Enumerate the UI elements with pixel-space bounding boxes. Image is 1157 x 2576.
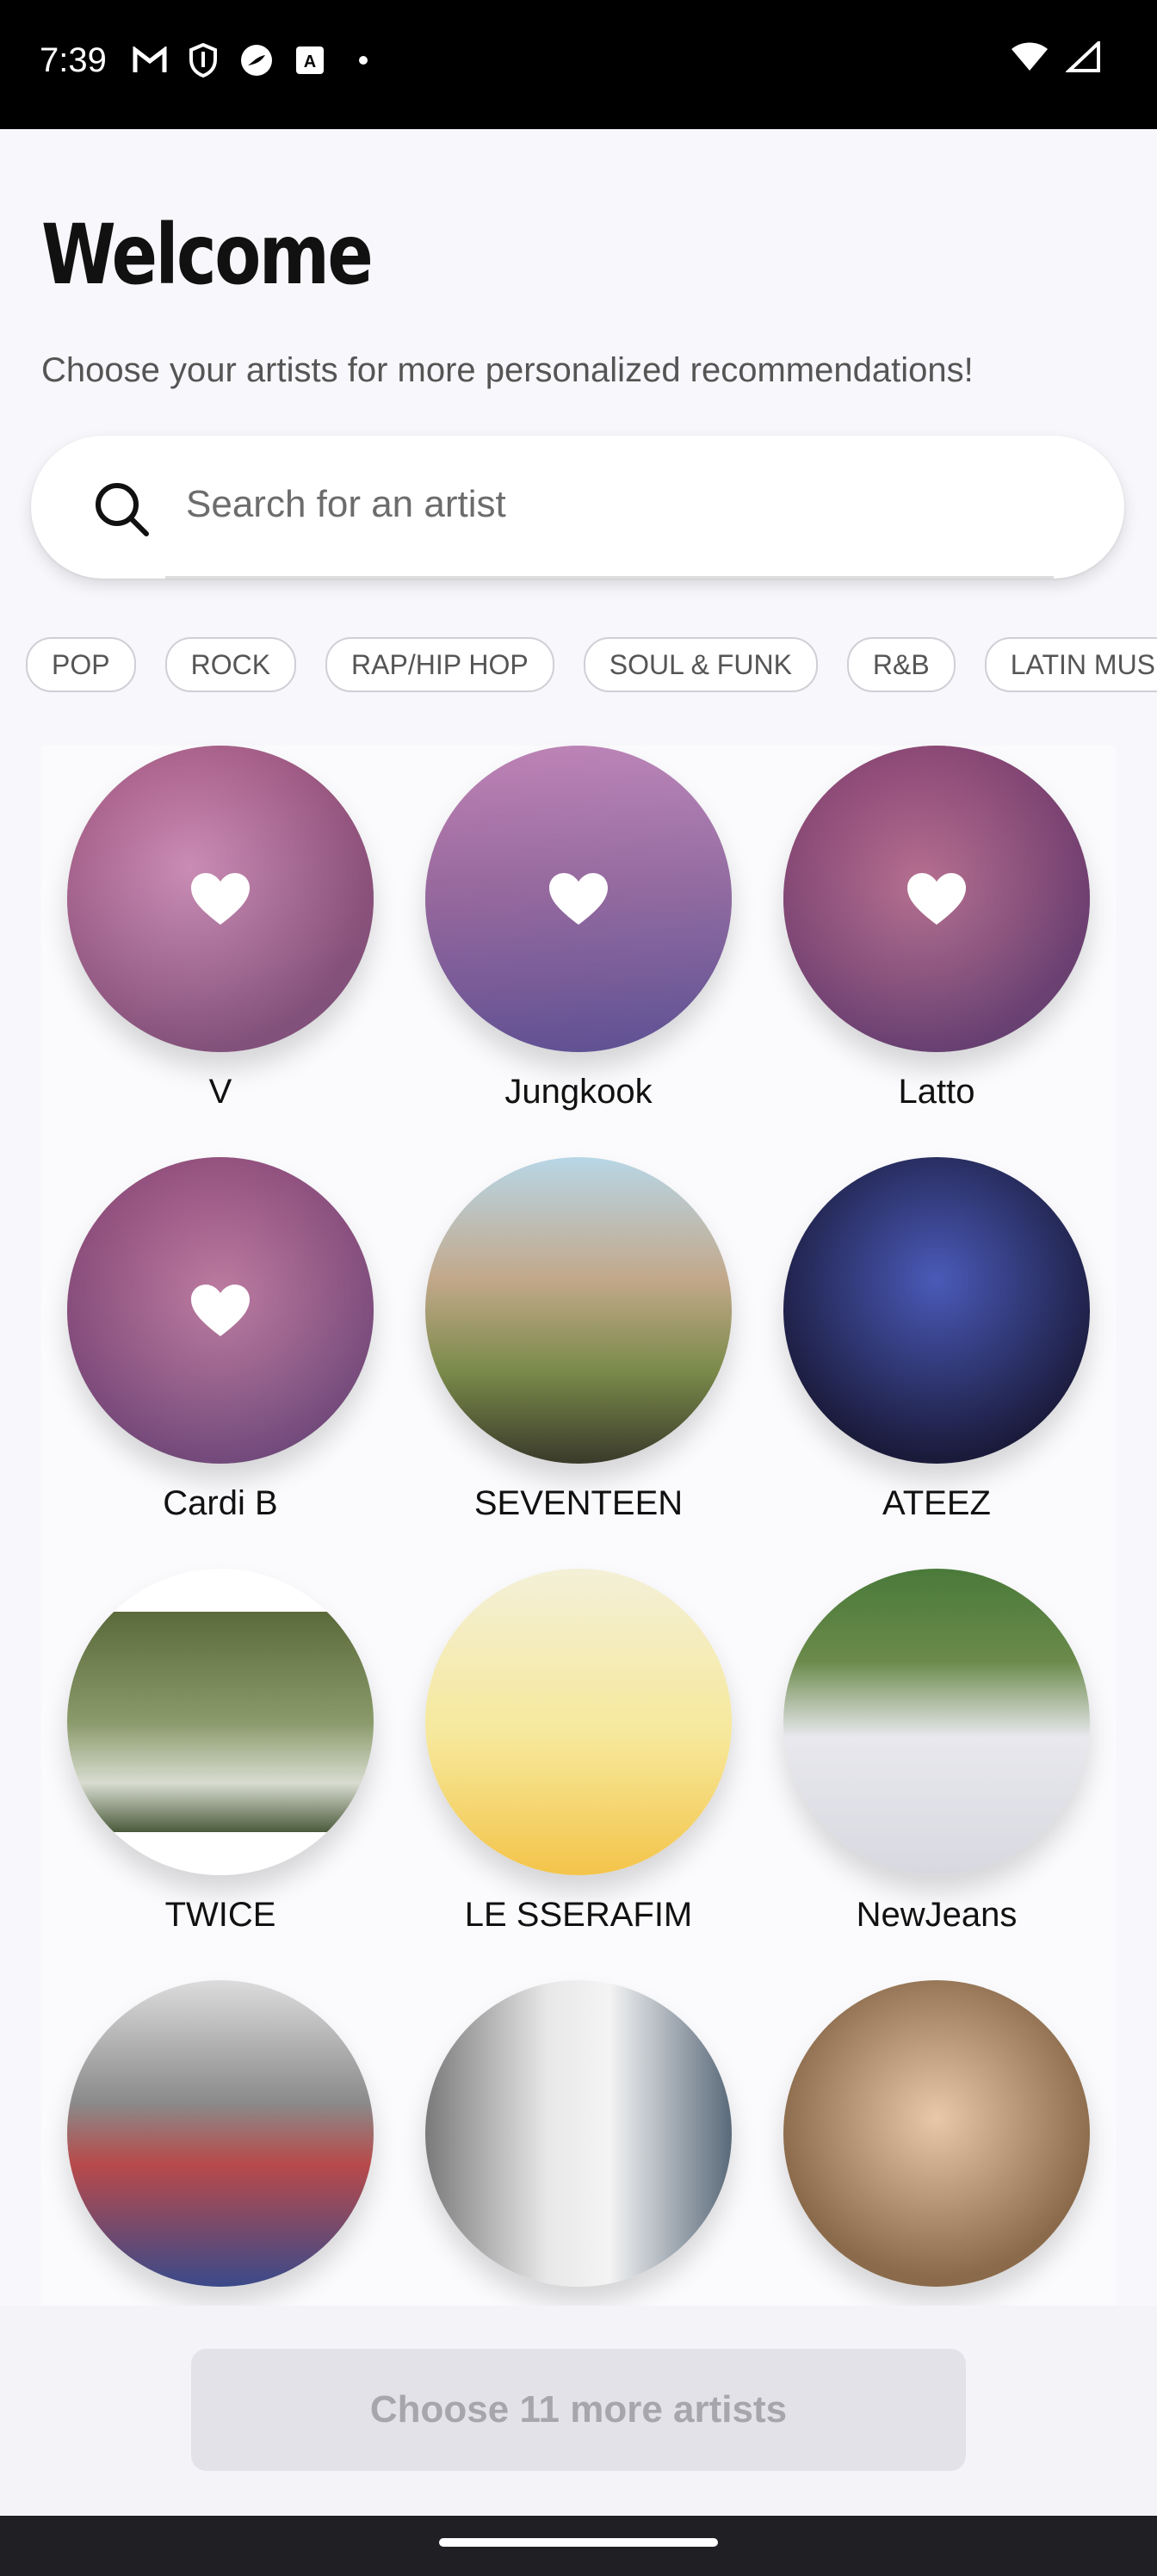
heart-icon xyxy=(907,873,966,925)
genre-chip-rap[interactable]: RAP/HIP HOP xyxy=(325,637,554,692)
svg-text:A: A xyxy=(304,53,316,71)
bottom-action-bar: Choose 11 more artists xyxy=(0,2306,1157,2516)
heart-icon xyxy=(549,873,608,925)
genre-chips: POP ROCK RAP/HIP HOP SOUL & FUNK R&B LAT… xyxy=(26,637,1157,692)
artist-name: Cardi B xyxy=(163,1484,278,1522)
artist-tile-jungkook[interactable]: Jungkook xyxy=(399,746,758,1157)
artist-avatar[interactable] xyxy=(67,1157,374,1464)
genre-chip-soul[interactable]: SOUL & FUNK xyxy=(583,637,818,692)
artist-tile-ateez[interactable]: ATEEZ xyxy=(758,1157,1116,1569)
genre-chip-latin[interactable]: LATIN MUSIC xyxy=(984,637,1157,692)
artist-avatar[interactable] xyxy=(783,1980,1090,2287)
artist-avatar[interactable] xyxy=(67,1569,374,1875)
artist-name: NewJeans xyxy=(856,1896,1018,1934)
notification-icons: A xyxy=(133,43,381,77)
search-input[interactable]: Search for an artist xyxy=(186,483,506,526)
artist-avatar[interactable] xyxy=(783,746,1090,1052)
status-time: 7:39 xyxy=(40,41,107,79)
shield-icon xyxy=(186,43,220,77)
heart-icon xyxy=(191,1285,250,1336)
artist-avatar[interactable] xyxy=(67,1980,374,2287)
app-icon xyxy=(239,43,274,77)
artist-avatar[interactable] xyxy=(783,1157,1090,1464)
artist-tile-seventeen[interactable]: SEVENTEEN xyxy=(399,1157,758,1569)
system-navigation-bar xyxy=(0,2516,1157,2576)
artist-tile-le-sserafim[interactable]: LE SSERAFIM xyxy=(399,1569,758,1980)
artist-avatar[interactable] xyxy=(425,1980,732,2287)
translate-icon: A xyxy=(293,43,327,77)
status-bar: 7:39 A xyxy=(0,0,1157,129)
genre-chip-rnb[interactable]: R&B xyxy=(846,637,956,692)
artist-avatar[interactable] xyxy=(425,1569,732,1875)
artist-tile-cardi-b[interactable]: Cardi B xyxy=(41,1157,399,1569)
wifi-icon xyxy=(1011,41,1049,77)
cell-signal-icon xyxy=(1064,39,1100,77)
dot-icon xyxy=(346,43,381,77)
artist-avatar[interactable] xyxy=(783,1569,1090,1875)
artist-name: ATEEZ xyxy=(882,1484,991,1522)
page-title: Welcome xyxy=(41,207,374,303)
heart-icon xyxy=(191,873,250,925)
genre-chip-rock[interactable]: ROCK xyxy=(164,637,297,692)
search-icon xyxy=(91,479,152,539)
artist-name: Jungkook xyxy=(504,1073,653,1111)
artist-avatar[interactable] xyxy=(67,746,374,1052)
search-bar[interactable]: Search for an artist xyxy=(31,436,1124,579)
choose-artists-button[interactable]: Choose 11 more artists xyxy=(191,2349,966,2471)
artist-name: SEVENTEEN xyxy=(473,1484,684,1522)
home-gesture-handle[interactable] xyxy=(439,2538,718,2547)
artist-tile-twice[interactable]: TWICE xyxy=(41,1569,399,1980)
artist-tile-newjeans[interactable]: NewJeans xyxy=(758,1569,1116,1980)
system-icons xyxy=(1011,39,1100,77)
artist-name: TWICE xyxy=(164,1896,276,1934)
artist-tile-v[interactable]: V xyxy=(41,746,399,1157)
artist-tile-latto[interactable]: Latto xyxy=(758,746,1116,1157)
artist-name: LE SSERAFIM xyxy=(464,1896,693,1934)
page-subtitle: Choose your artists for more personalize… xyxy=(41,351,974,389)
artist-name: V xyxy=(208,1073,232,1111)
gmail-icon xyxy=(133,43,167,77)
search-underline xyxy=(165,576,1054,579)
artist-avatar[interactable] xyxy=(425,746,732,1052)
genre-chip-pop[interactable]: POP xyxy=(26,637,136,692)
artist-name: Latto xyxy=(898,1073,975,1111)
artist-avatar[interactable] xyxy=(425,1157,732,1464)
